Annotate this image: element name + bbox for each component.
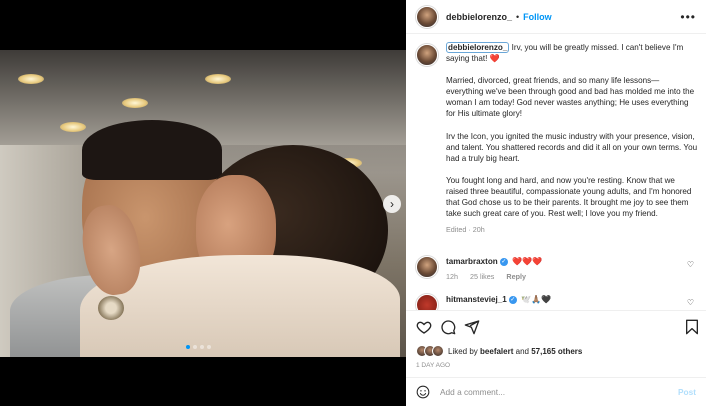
post-details-panel: debbielorenzo_ • Follow ••• debbielorenz… — [406, 0, 706, 406]
add-comment-bar: Post — [406, 377, 706, 406]
chevron-right-icon: › — [390, 197, 394, 211]
comment-like-heart-icon[interactable]: ♡ — [687, 260, 694, 269]
post-time-ago[interactable]: 1 DAY AGO — [416, 362, 450, 369]
photo-man-hair — [82, 120, 222, 180]
verified-badge-icon: ✓ — [508, 295, 517, 304]
caption-and-comments[interactable]: debbielorenzo_ Irv, you will be greatly … — [406, 34, 706, 310]
post-photo — [0, 50, 406, 357]
comment-icon[interactable] — [440, 319, 456, 335]
comment-like-heart-icon[interactable]: ♡ — [687, 298, 694, 307]
photo-ceiling-light — [60, 122, 86, 132]
liker-avatar[interactable] — [432, 345, 444, 357]
author-username[interactable]: debbielorenzo_ — [446, 12, 512, 22]
comment-likes[interactable]: 25 likes — [470, 272, 494, 281]
author-avatar[interactable] — [416, 5, 438, 28]
carousel-dot — [193, 345, 197, 349]
carousel-dot — [200, 345, 204, 349]
emoji-icon[interactable] — [416, 385, 430, 399]
comment-meta: 12h 25 likes Reply — [446, 271, 676, 282]
caption-edited-meta: Edited · 20h — [446, 225, 485, 235]
liked-by-row: Liked by beefalert and 57,165 others — [416, 345, 582, 357]
comment-input[interactable] — [440, 387, 660, 397]
liked-by-user[interactable]: beefalert — [480, 347, 513, 356]
comment-reply-button[interactable]: Reply — [506, 272, 526, 281]
photo-watch — [98, 296, 124, 320]
more-horizontal-icon[interactable]: ••• — [680, 10, 696, 24]
comment-time[interactable]: 12h — [446, 272, 458, 281]
liked-by-prefix: Liked by — [448, 346, 478, 356]
carousel-dot — [186, 345, 190, 349]
liked-by-count[interactable]: 57,165 others — [531, 347, 582, 356]
caption-text: debbielorenzo_ Irv, you will be greatly … — [446, 42, 698, 235]
photo-ceiling-light — [205, 74, 231, 84]
carousel-dots — [186, 345, 211, 349]
verified-badge-icon: ✓ — [499, 257, 508, 266]
heart-icon[interactable] — [416, 319, 432, 335]
commenter-username[interactable]: tamarbraxton — [446, 257, 498, 266]
post-header: debbielorenzo_ • Follow ••• — [406, 0, 706, 34]
edited-time: 20h — [472, 225, 485, 235]
comment-text: ❤️❤️❤️ — [511, 257, 543, 266]
caption-author-username[interactable]: debbielorenzo_ — [446, 42, 510, 53]
edited-label: Edited — [446, 225, 467, 235]
header-separator: • — [516, 11, 520, 22]
photo-ceiling-light — [18, 74, 44, 84]
bookmark-icon[interactable] — [684, 319, 700, 335]
caption-paragraph: Irv the Icon, you ignited the music indu… — [446, 131, 698, 163]
commenter-avatar[interactable] — [416, 256, 438, 278]
caption-paragraph: Married, divorced, great friends, and so… — [446, 76, 695, 119]
caption-author-avatar[interactable] — [416, 44, 438, 66]
post-media[interactable]: › — [0, 0, 406, 406]
comment-text: 🕊️🙏🏽🖤 — [520, 295, 552, 304]
carousel-next-button[interactable]: › — [383, 195, 401, 213]
liked-by-text: Liked by beefalert and 57,165 others — [448, 347, 582, 356]
photo-ceiling-light — [122, 98, 148, 108]
caption-paragraph: You fought long and hard, and now you're… — [446, 175, 692, 219]
carousel-dot — [207, 345, 211, 349]
share-icon[interactable] — [464, 319, 480, 335]
commenter-username[interactable]: hitmansteviej_1 — [446, 295, 507, 304]
follow-button[interactable]: Follow — [523, 12, 552, 22]
post-comment-button[interactable]: Post — [678, 387, 696, 397]
commenter-avatar[interactable] — [416, 294, 438, 310]
liked-by-and: and — [515, 346, 529, 356]
